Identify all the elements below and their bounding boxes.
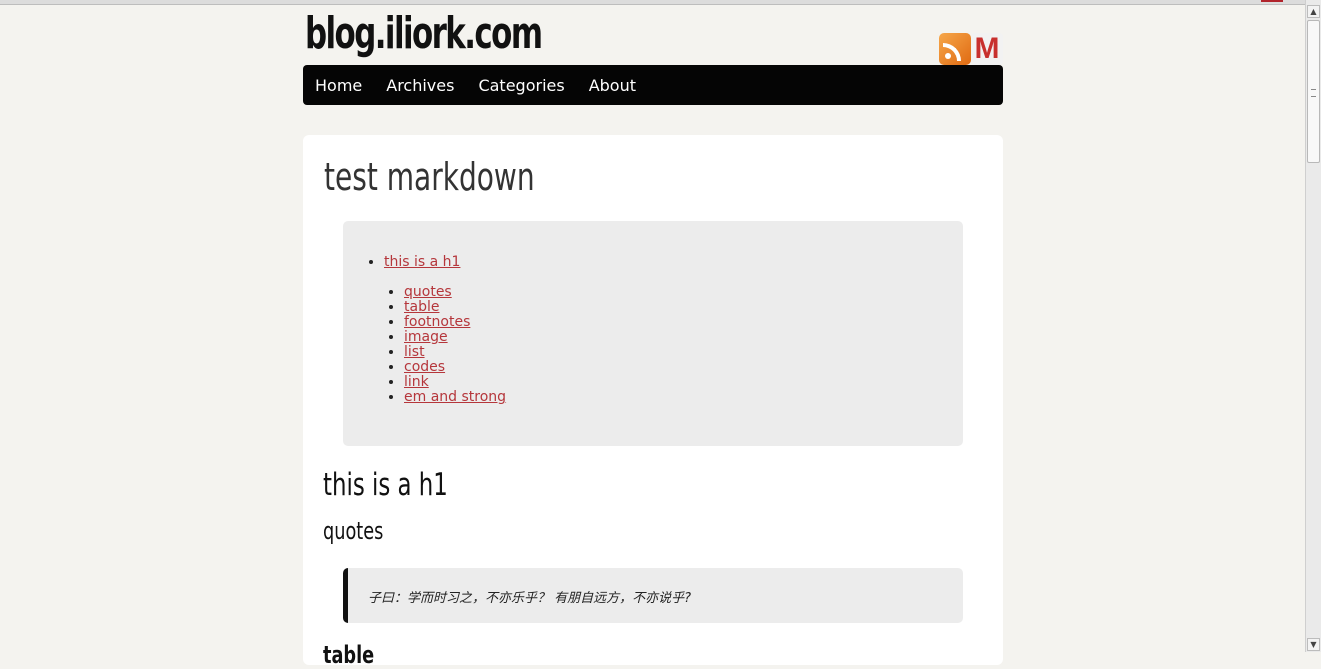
nav-archives[interactable]: Archives [386, 76, 454, 95]
post-title: test markdown [324, 155, 535, 199]
gmail-icon[interactable]: M [971, 33, 1003, 65]
toc-link-table[interactable]: table [404, 299, 439, 315]
toc-list: this is a h1 quotes table footnotes imag… [384, 255, 506, 405]
toc-item: image [404, 330, 506, 345]
tab-indicator [1261, 0, 1283, 2]
nav-about[interactable]: About [589, 76, 636, 95]
toc-link-list[interactable]: list [404, 344, 425, 360]
scroll-down-arrow-icon[interactable]: ▼ [1307, 638, 1320, 651]
scroll-up-arrow-icon[interactable]: ▲ [1307, 5, 1320, 18]
site-brand[interactable]: blog.iliork.com [305, 8, 543, 59]
toc-item: quotes [404, 285, 506, 300]
toc-item: this is a h1 quotes table footnotes imag… [384, 255, 506, 405]
quote-text: 子曰：学而时习之，不亦乐乎？ 有朋自远方，不亦说乎? [368, 591, 692, 606]
vertical-scrollbar[interactable]: ▲ ▼ [1305, 0, 1321, 652]
toc-item: em and strong [404, 390, 506, 405]
scrollbar-thumb[interactable] [1307, 20, 1320, 163]
rss-icon[interactable] [939, 33, 971, 65]
toc-sublist: quotes table footnotes image list codes … [404, 285, 506, 405]
feed-links: M [939, 33, 1003, 65]
toc-link-footnotes[interactable]: footnotes [404, 314, 470, 330]
nav-categories[interactable]: Categories [478, 76, 564, 95]
toc-link-link[interactable]: link [404, 374, 429, 390]
heading-h1: this is a h1 [323, 467, 448, 503]
toc-item: codes [404, 360, 506, 375]
toc-item: table [404, 300, 506, 315]
browser-top-edge [0, 0, 1305, 5]
toc-item: list [404, 345, 506, 360]
toc-item: footnotes [404, 315, 506, 330]
nav-home[interactable]: Home [315, 76, 362, 95]
heading-quotes: quotes [323, 517, 384, 545]
toc-item: link [404, 375, 506, 390]
heading-table-partial: table [323, 641, 375, 669]
toc-link-h1[interactable]: this is a h1 [384, 255, 460, 270]
toc-link-image[interactable]: image [404, 329, 448, 345]
main-nav: Home Archives Categories About [303, 65, 1003, 105]
toc-link-quotes[interactable]: quotes [404, 284, 452, 300]
toc-link-codes[interactable]: codes [404, 359, 445, 375]
post-card: test markdown this is a h1 quotes table … [303, 135, 1003, 669]
table-of-contents: this is a h1 quotes table footnotes imag… [343, 221, 963, 446]
blockquote: 子曰：学而时习之，不亦乐乎？ 有朋自远方，不亦说乎? [343, 568, 963, 623]
toc-link-em-strong[interactable]: em and strong [404, 389, 506, 405]
